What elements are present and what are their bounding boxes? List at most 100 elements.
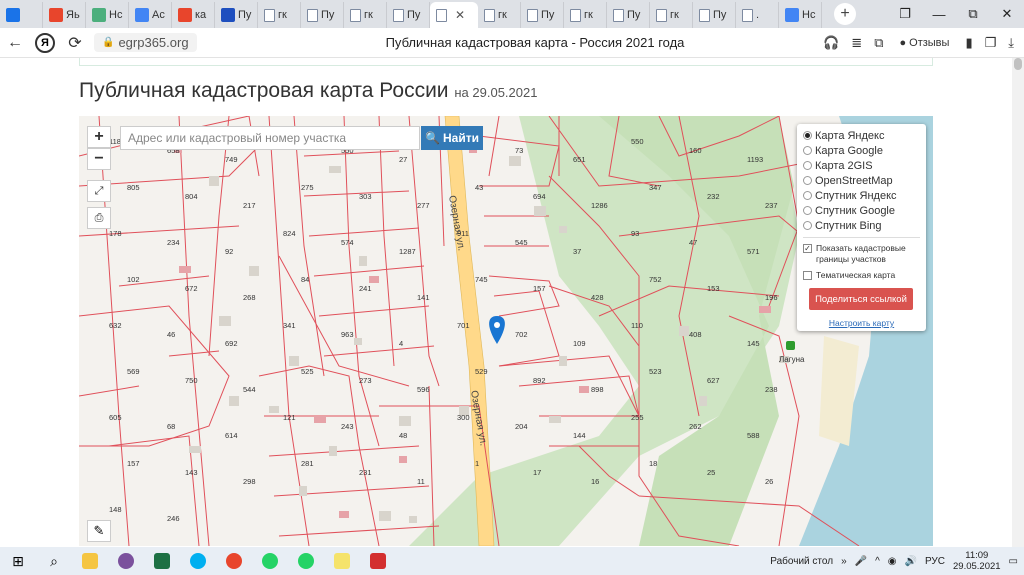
parcel-number[interactable]: 341 [283, 321, 296, 330]
parcel-number[interactable]: 694 [533, 192, 546, 201]
parcel-number[interactable]: 255 [631, 413, 644, 422]
browser-tab[interactable]: Яь [43, 2, 86, 28]
parcel-number[interactable]: 84 [301, 275, 309, 284]
parcel-number[interactable]: 73 [515, 146, 523, 155]
browser-tab[interactable]: Пу [301, 2, 344, 28]
checkbox-icon[interactable]: ✓ [803, 244, 812, 253]
parcel-number[interactable]: 750 [185, 376, 198, 385]
search-button[interactable]: 🔍 Найти [421, 126, 483, 150]
headphones-icon[interactable]: 🎧 [823, 35, 839, 51]
browser-tab[interactable]: ка [172, 2, 215, 28]
parcel-number[interactable]: 672 [185, 284, 198, 293]
radio-icon[interactable] [803, 131, 812, 140]
download-icon[interactable]: ⤓ [1008, 35, 1014, 51]
parcel-number[interactable]: 246 [167, 514, 180, 523]
parcel-number[interactable]: 300 [457, 413, 470, 422]
parcel-number[interactable]: 109 [573, 339, 586, 348]
browser-tab[interactable]: Пу [521, 2, 564, 28]
browser-tab[interactable]: Пу [215, 2, 258, 28]
parcel-number[interactable]: 43 [475, 183, 483, 192]
parcel-number[interactable]: 196 [765, 293, 778, 302]
chevron-right-icon[interactable]: » [841, 556, 847, 567]
parcel-number[interactable]: 237 [765, 201, 778, 210]
parcel-number[interactable]: 277 [417, 201, 430, 210]
parcel-number[interactable]: 148 [109, 505, 122, 514]
yandex-browser-icon[interactable] [216, 547, 252, 575]
microphone-icon[interactable]: 🎤 [855, 556, 867, 567]
parcel-number[interactable]: 804 [185, 192, 198, 201]
parcel-number[interactable]: 143 [185, 468, 198, 477]
parcel-number[interactable]: 144 [573, 431, 586, 440]
parcel-number[interactable]: 1193 [747, 155, 763, 164]
parcel-number[interactable]: 93 [631, 229, 639, 238]
parcel-number[interactable]: 68 [167, 422, 175, 431]
parcel-number[interactable]: 11 [417, 477, 425, 486]
search-icon[interactable]: ⌕ [36, 547, 72, 575]
parcel-number[interactable]: 102 [127, 275, 140, 284]
parcel-number[interactable]: 569 [127, 367, 140, 376]
language-indicator[interactable]: РУС [925, 556, 945, 567]
address-search-input[interactable] [120, 126, 420, 150]
checkbox-icon[interactable] [803, 271, 812, 280]
collections-icon[interactable]: ❐ [985, 35, 997, 51]
skype-icon[interactable] [180, 547, 216, 575]
windows-start-icon[interactable]: ⊞ [0, 547, 36, 575]
parcel-number[interactable]: 157 [533, 284, 546, 293]
reader-icon[interactable]: ≣ [851, 35, 862, 51]
parcel-number[interactable]: 157 [127, 459, 140, 468]
parcel-number[interactable]: 26 [765, 477, 773, 486]
show-borders-checkbox[interactable]: ✓ Показать кадастровые границы участков [803, 243, 920, 265]
volume-icon[interactable]: 🔊 [905, 556, 917, 567]
parcel-number[interactable]: 217 [243, 201, 256, 210]
parcel-number[interactable]: 238 [765, 385, 778, 394]
parcel-number[interactable]: 805 [127, 183, 140, 192]
sticky-notes-icon[interactable] [324, 547, 360, 575]
parcel-number[interactable]: 46 [167, 330, 175, 339]
parcel-number[interactable]: 281 [301, 459, 314, 468]
zoom-out-button[interactable]: − [87, 148, 111, 170]
layer-option[interactable]: Спутник Bing [803, 218, 920, 233]
parcel-number[interactable]: 232 [707, 192, 720, 201]
parcel-number[interactable]: 898 [591, 385, 604, 394]
ruler-icon[interactable]: ✎ [87, 520, 111, 542]
parcel-number[interactable]: 1287 [399, 247, 416, 256]
layer-option[interactable]: Карта 2GIS [803, 158, 920, 173]
parcel-number[interactable]: 47 [689, 238, 697, 247]
parcel-number[interactable]: 408 [689, 330, 702, 339]
file-explorer-icon[interactable] [72, 547, 108, 575]
parcel-number[interactable]: 523 [649, 367, 662, 376]
parcel-number[interactable]: 428 [591, 293, 604, 302]
parcel-number[interactable]: 627 [707, 376, 720, 385]
browser-tab[interactable]: Пу [607, 2, 650, 28]
parcel-number[interactable]: 268 [243, 293, 256, 302]
parcel-number[interactable]: 16 [591, 477, 599, 486]
parcel-number[interactable]: 18 [649, 459, 657, 468]
parcel-number[interactable]: 273 [359, 376, 372, 385]
parcel-number[interactable]: 153 [707, 284, 720, 293]
parcel-number[interactable]: 234 [167, 238, 180, 247]
layer-option[interactable]: Карта Google [803, 143, 920, 158]
parcel-number[interactable]: 262 [689, 422, 702, 431]
settings-link[interactable]: Настроить карту [803, 318, 920, 328]
parcel-number[interactable]: 574 [341, 238, 354, 247]
parcel-number[interactable]: 892 [533, 376, 546, 385]
parcel-number[interactable]: 17 [533, 468, 541, 477]
radio-icon[interactable] [803, 176, 812, 185]
parcel-number[interactable]: 27 [399, 155, 407, 164]
parcel-number[interactable]: 145 [747, 339, 760, 348]
browser-tab[interactable]: гк [344, 2, 387, 28]
parcel-number[interactable]: 588 [747, 431, 760, 440]
thematic-checkbox[interactable]: Тематическая карта [803, 270, 920, 281]
reviews-button[interactable]: ● Отзывы [895, 35, 954, 50]
parcel-number[interactable]: 1 [475, 459, 479, 468]
place-marker-icon[interactable] [786, 341, 795, 350]
restore-button[interactable]: ⧉ [956, 0, 990, 28]
bookmark-icon[interactable]: ▮ [965, 35, 972, 51]
parcel-number[interactable]: 702 [515, 330, 528, 339]
parcel-number[interactable]: 745 [475, 275, 488, 284]
printer-icon[interactable]: ⎙ [87, 207, 111, 229]
parcel-number[interactable]: 25 [707, 468, 715, 477]
parcel-number[interactable]: 605 [109, 413, 122, 422]
zoom-in-button[interactable]: + [87, 126, 111, 148]
parcel-number[interactable]: 752 [649, 275, 662, 284]
